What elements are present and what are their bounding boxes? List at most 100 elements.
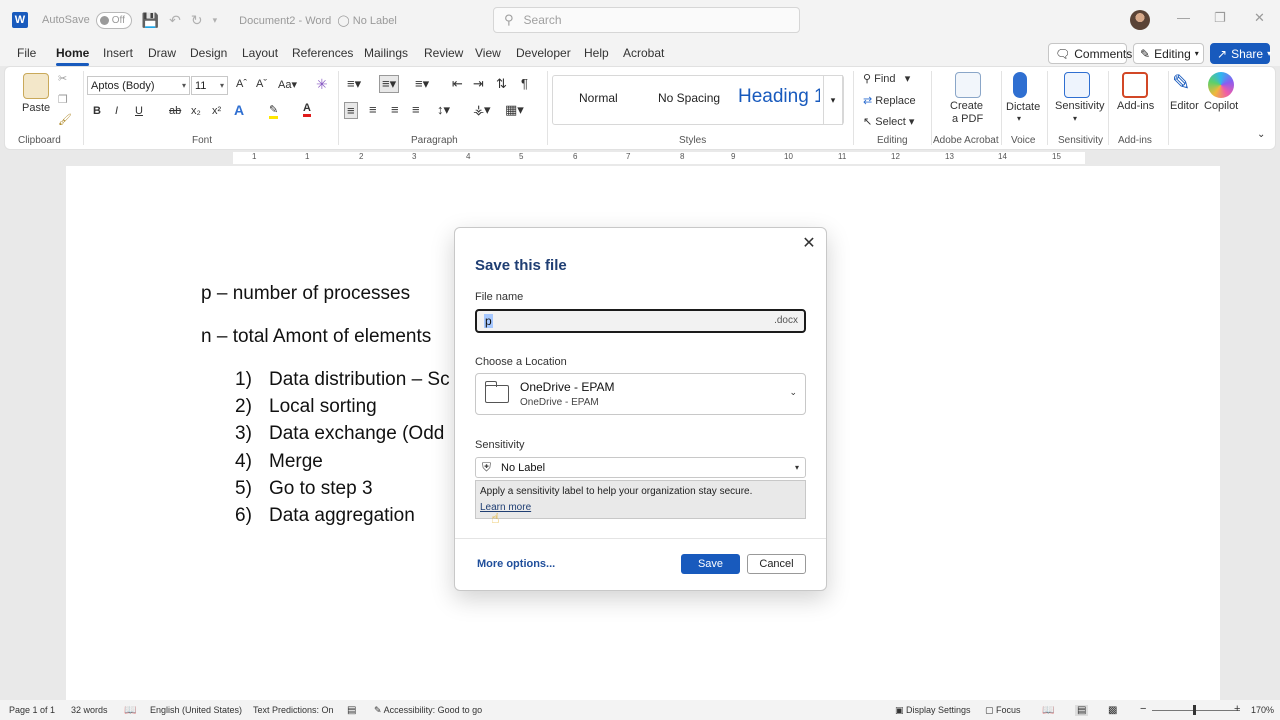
word-count[interactable]: 32 words — [71, 705, 108, 715]
shading-icon[interactable]: ⚶▾ — [473, 102, 491, 118]
select-button[interactable]: ↖ Select ▾ — [863, 115, 914, 128]
numbering-icon[interactable]: ≡▾ — [379, 75, 400, 93]
web-layout-icon[interactable]: ▩ — [1108, 705, 1117, 716]
collapse-ribbon-icon[interactable]: ⌄ — [1257, 129, 1265, 140]
tab-references[interactable]: References — [292, 46, 353, 60]
display-settings-button[interactable]: ▣ Display Settings — [895, 705, 971, 716]
zoom-out-icon[interactable]: − — [1140, 703, 1146, 715]
sensitivity-icon[interactable] — [1064, 72, 1090, 98]
justify-icon[interactable]: ≡ — [412, 102, 420, 117]
sensitivity-button[interactable]: Sensitivity — [1055, 100, 1105, 112]
list-item[interactable]: Merge — [269, 451, 323, 473]
chevron-down-icon[interactable]: ▾ — [1073, 114, 1077, 123]
replace-button[interactable]: ⇄ Replace — [863, 94, 916, 107]
align-right-icon[interactable]: ≡ — [391, 102, 399, 117]
style-no-spacing[interactable]: No Spacing — [658, 91, 720, 105]
bullets-icon[interactable]: ≡▾ — [347, 76, 361, 92]
highlight-icon[interactable]: ✎ — [269, 103, 279, 119]
vertical-ruler[interactable] — [3, 168, 15, 700]
multilevel-list-icon[interactable]: ≡▾ — [415, 76, 429, 92]
chevron-down-icon[interactable]: ▾ — [1017, 114, 1021, 123]
tab-insert[interactable]: Insert — [103, 46, 133, 60]
underline-icon[interactable]: U — [135, 105, 143, 117]
sort-icon[interactable]: ⇅ — [496, 76, 507, 92]
increase-indent-icon[interactable]: ⇥ — [473, 76, 484, 92]
document-text-line[interactable]: n – total Amont of elements — [201, 326, 431, 348]
font-size-select[interactable]: 11 ▾ — [191, 76, 228, 95]
cancel-button[interactable]: Cancel — [747, 554, 806, 574]
addins-button[interactable]: Add-ins — [1117, 100, 1154, 112]
tab-review[interactable]: Review — [424, 46, 463, 60]
tab-developer[interactable]: Developer — [516, 46, 571, 60]
language-status[interactable]: English (United States) — [150, 705, 242, 715]
superscript-icon[interactable]: x² — [212, 105, 221, 117]
list-item[interactable]: Local sorting — [269, 396, 377, 418]
redo-icon[interactable]: ↻ — [191, 12, 203, 29]
accessibility-status[interactable]: ✎ Accessibility: Good to go — [374, 705, 482, 716]
change-case-icon[interactable]: Aa▾ — [278, 78, 297, 91]
restore-icon[interactable]: ❐ — [1214, 10, 1226, 26]
share-button[interactable]: ↗ Share ▾ — [1210, 43, 1271, 64]
editor-button[interactable]: Editor — [1170, 100, 1199, 112]
customize-toolbar-icon[interactable]: ▾ — [213, 15, 218, 26]
more-options-link[interactable]: More options... — [477, 558, 555, 570]
undo-icon[interactable]: ↶ — [169, 12, 181, 29]
copilot-icon[interactable] — [1208, 72, 1234, 98]
zoom-slider-thumb[interactable] — [1193, 705, 1196, 715]
horizontal-ruler[interactable]: 1 1 2 3 4 5 6 7 8 9 10 11 12 13 14 15 — [0, 150, 1280, 166]
microphone-icon[interactable] — [1013, 72, 1027, 98]
tab-file[interactable]: File — [17, 46, 36, 60]
tab-acrobat[interactable]: Acrobat — [623, 46, 664, 60]
copy-icon[interactable]: ❐ — [58, 93, 68, 106]
list-item[interactable]: Go to step 3 — [269, 478, 373, 500]
shrink-font-icon[interactable]: Aˇ — [256, 78, 267, 90]
learn-more-link[interactable]: Learn more — [480, 502, 531, 513]
print-layout-icon[interactable]: ▤ — [1075, 705, 1089, 716]
font-name-select[interactable]: Aptos (Body) ▾ — [87, 76, 190, 95]
style-heading-1[interactable]: Heading 1 — [738, 86, 820, 108]
tab-view[interactable]: View — [475, 46, 501, 60]
zoom-in-icon[interactable]: + — [1234, 703, 1240, 715]
macro-icon[interactable]: ▤ — [347, 705, 356, 716]
create-pdf-icon[interactable] — [955, 72, 981, 98]
minimize-icon[interactable]: — — [1177, 10, 1190, 25]
addins-icon[interactable] — [1122, 72, 1148, 98]
read-mode-icon[interactable]: 📖 — [1042, 705, 1054, 716]
grow-font-icon[interactable]: Aˆ — [236, 78, 247, 90]
strikethrough-icon[interactable]: ab — [169, 105, 181, 117]
list-item[interactable]: Data exchange (Odd — [269, 423, 444, 445]
text-effects-icon[interactable]: A — [234, 102, 244, 118]
focus-button[interactable]: ▢ Focus — [985, 705, 1021, 716]
location-select[interactable]: OneDrive - EPAM OneDrive - EPAM ⌄ — [475, 373, 806, 415]
font-color-icon[interactable]: A — [303, 102, 311, 117]
italic-icon[interactable]: I — [115, 105, 118, 117]
bold-icon[interactable]: B — [93, 105, 101, 117]
align-left-icon[interactable]: ≡ — [344, 102, 358, 119]
subscript-icon[interactable]: x₂ — [191, 105, 201, 117]
close-window-icon[interactable]: ✕ — [1254, 10, 1265, 26]
zoom-level[interactable]: 170% — [1251, 705, 1274, 715]
paste-button[interactable]: Paste — [22, 102, 50, 114]
text-predictions-status[interactable]: Text Predictions: On — [253, 705, 334, 715]
proofing-icon[interactable]: 📖 — [124, 705, 136, 716]
tab-mailings[interactable]: Mailings — [364, 46, 408, 60]
sensitivity-select[interactable]: ⛨ No Label ▾ — [475, 457, 806, 478]
align-center-icon[interactable]: ≡ — [369, 102, 377, 117]
save-button[interactable]: Save — [681, 554, 740, 574]
style-normal[interactable]: Normal — [579, 91, 618, 105]
styles-more-button[interactable]: ▾ — [823, 75, 843, 125]
file-name-input[interactable]: p .docx — [475, 309, 806, 333]
search-input[interactable]: ⚲ Search — [493, 7, 800, 33]
find-button[interactable]: ⚲ Find ▾ — [863, 72, 910, 85]
show-marks-icon[interactable]: ¶ — [521, 76, 528, 91]
copilot-button[interactable]: Copilot — [1204, 100, 1238, 112]
format-painter-icon[interactable]: 🖌 — [58, 113, 72, 126]
document-text-line[interactable]: p – number of processes — [201, 283, 410, 305]
tab-design[interactable]: Design — [190, 46, 227, 60]
paste-icon[interactable] — [23, 73, 49, 99]
borders-icon[interactable]: ▦▾ — [505, 102, 524, 118]
tab-layout[interactable]: Layout — [242, 46, 278, 60]
close-icon[interactable]: ✕ — [800, 233, 818, 253]
tab-help[interactable]: Help — [584, 46, 609, 60]
avatar[interactable] — [1130, 10, 1150, 30]
